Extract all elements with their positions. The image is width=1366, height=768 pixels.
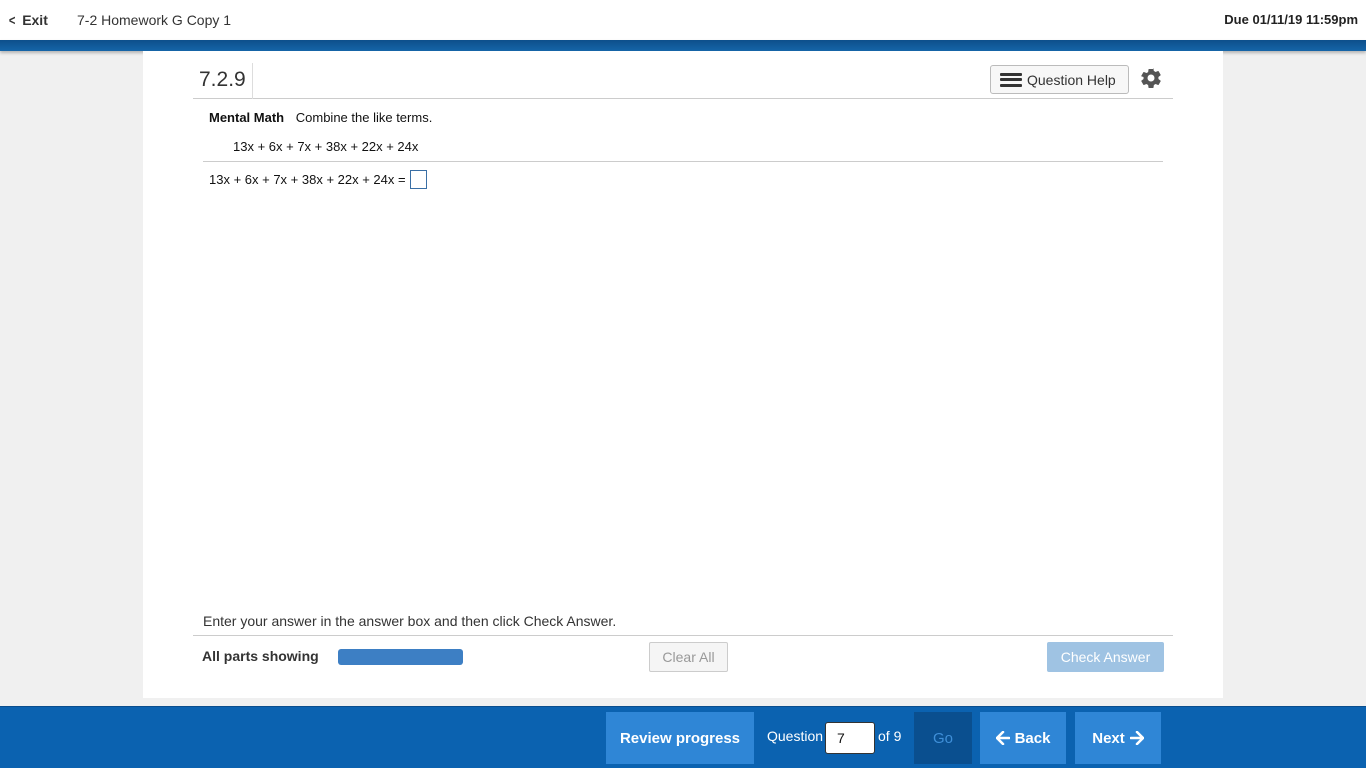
question-instruction-text: Combine the like terms. bbox=[295, 110, 433, 125]
gear-icon[interactable] bbox=[1139, 66, 1163, 90]
header-accent-strip bbox=[0, 40, 1366, 51]
divider bbox=[203, 161, 1163, 162]
parts-progress-bar bbox=[338, 649, 463, 665]
question-help-button[interactable]: Question Help bbox=[990, 65, 1129, 94]
question-panel: 7.2.9 Question Help Mental Math Combine … bbox=[143, 51, 1223, 698]
arrow-left-icon bbox=[995, 731, 1010, 745]
question-help-label: Question Help bbox=[1027, 71, 1116, 88]
check-answer-button[interactable]: Check Answer bbox=[1047, 642, 1164, 672]
question-header: 7.2.9 Question Help bbox=[193, 63, 1173, 99]
question-number: 7.2.9 bbox=[199, 68, 246, 91]
parts-progress-fill bbox=[338, 649, 463, 665]
chevron-left-icon: < bbox=[8, 12, 16, 28]
arrow-right-icon bbox=[1129, 731, 1144, 745]
question-label: Question bbox=[767, 728, 824, 744]
question-instruction: Mental Math Combine the like terms. bbox=[209, 110, 432, 125]
assignment-title: 7-2 Homework G Copy 1 bbox=[77, 12, 232, 28]
question-number-input[interactable] bbox=[825, 722, 875, 754]
next-button[interactable]: Next bbox=[1075, 712, 1161, 764]
divider bbox=[193, 635, 1173, 636]
question-heading: Mental Math bbox=[209, 110, 285, 125]
parts-showing-label: All parts showing bbox=[202, 648, 319, 664]
answer-input-box[interactable] bbox=[409, 170, 427, 189]
list-icon bbox=[1000, 72, 1022, 87]
top-header: < Exit 7-2 Homework G Copy 1 Due 01/11/1… bbox=[0, 0, 1366, 40]
question-number-separator bbox=[252, 63, 253, 99]
go-button[interactable]: Go bbox=[914, 712, 972, 764]
exit-button[interactable]: < Exit bbox=[8, 12, 48, 28]
review-progress-button[interactable]: Review progress bbox=[606, 712, 754, 764]
answer-instructions: Enter your answer in the answer box and … bbox=[203, 613, 617, 629]
next-label: Next bbox=[1092, 729, 1125, 747]
question-expression: 13x + 6x + 7x + 38x + 22x + 24x bbox=[233, 139, 419, 154]
due-date: Due 01/11/19 11:59pm bbox=[1224, 12, 1358, 27]
exit-label: Exit bbox=[22, 12, 48, 28]
back-label: Back bbox=[1014, 729, 1051, 747]
answer-prefix: 13x + 6x + 7x + 38x + 22x + 24x = bbox=[209, 172, 406, 187]
back-button[interactable]: Back bbox=[980, 712, 1066, 764]
bottom-navigation: Review progress Question of 9 Go Back Ne… bbox=[0, 706, 1366, 768]
answer-row: 13x + 6x + 7x + 38x + 22x + 24x = bbox=[209, 170, 427, 189]
question-total-label: of 9 bbox=[878, 728, 902, 744]
clear-all-button[interactable]: Clear All bbox=[649, 642, 728, 672]
